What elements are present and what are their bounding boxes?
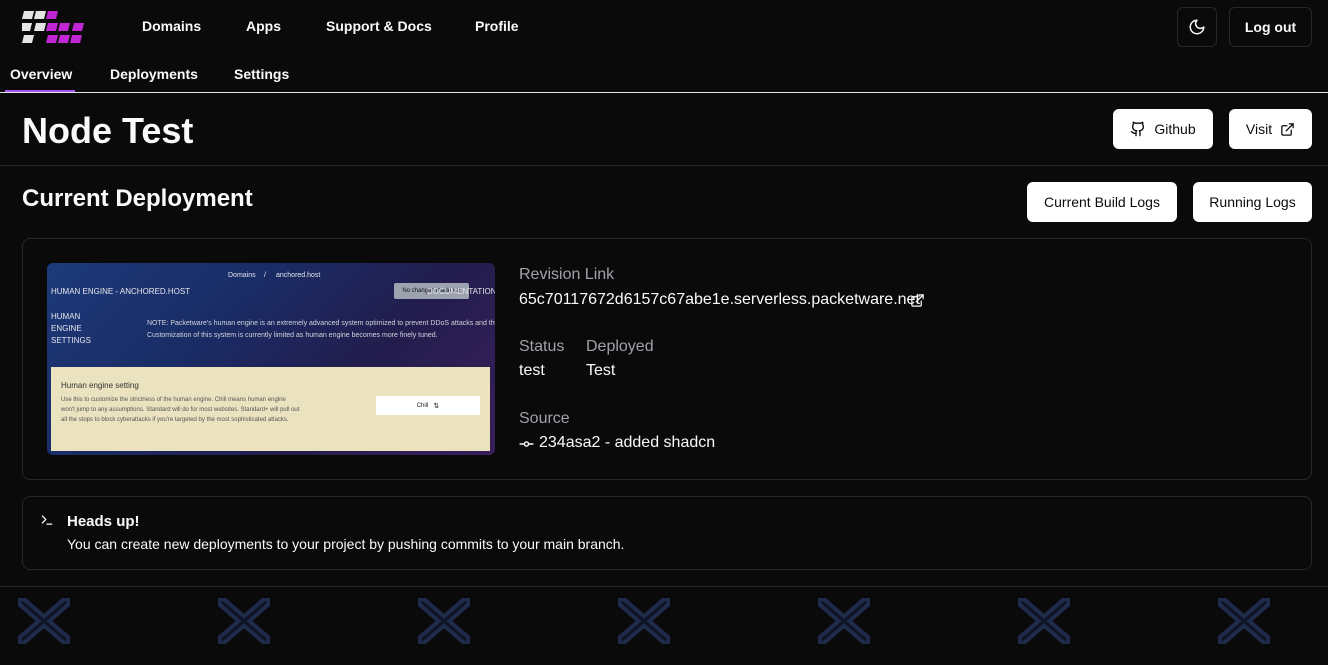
preview-panel-title: Human engine setting [61,381,139,390]
alert-title: Heads up! [67,513,140,530]
preview-header: HUMAN ENGINE - ANCHORED.HOST [51,287,191,296]
github-button[interactable]: Github [1113,109,1213,149]
heads-up-alert [22,496,1312,570]
footer-x-mark [418,598,470,644]
footer-divider [0,586,1328,587]
status-label: Status [519,338,565,355]
logout-button[interactable]: Log out [1229,7,1312,47]
nav-link-apps[interactable]: Apps [246,18,281,34]
external-link-icon [1281,122,1294,136]
preview-breadcrumb-separator: / [264,272,266,279]
footer-x-mark [618,598,670,644]
preview-panel-description: Use this to customize the strictness of … [61,397,300,423]
deployment-preview-image[interactable]: Domains / anchored.host HUMAN ENGINE - A… [47,263,495,455]
footer-x-mark [1218,598,1270,644]
preview-side-label-3: SETTINGS [51,336,92,345]
top-navigation: Domains Apps Support & Docs Profile Log … [0,0,1328,54]
github-icon [1131,121,1145,137]
tab-settings[interactable]: Settings [234,66,289,82]
terminal-icon [41,515,53,525]
packetware-logo[interactable] [22,11,86,43]
preview-select-value: Chill [416,402,429,409]
github-button-label: Github [1154,121,1196,137]
source-label: Source [519,410,570,427]
header-divider [0,165,1328,166]
theme-toggle-button[interactable] [1177,7,1217,47]
tab-overview[interactable]: Overview [10,66,72,82]
preview-setting-panel: Human engine setting Use this to customi… [51,367,490,451]
visit-button[interactable]: Visit [1229,109,1312,149]
preview-select: Chill ⇅ [376,396,480,415]
preview-docs-link: DOCUMENTATION [427,287,495,296]
source-commit[interactable]: 234asa2 - added shadcn [539,434,715,452]
git-commit-icon [519,441,534,447]
preview-breadcrumb-domains: Domains [228,272,256,279]
preview-breadcrumb-host: anchored.host [276,272,321,279]
nav-link-domains[interactable]: Domains [142,18,201,34]
tab-deployments[interactable]: Deployments [110,66,198,82]
visit-button-label: Visit [1245,121,1273,137]
footer-x-mark [1018,598,1070,644]
tabs-divider [0,92,1328,93]
deployed-value: Test [586,362,616,379]
page-title: Node Test [22,110,194,151]
footer-x-mark [818,598,870,644]
moon-icon [1189,19,1205,35]
running-logs-button[interactable]: Running Logs [1193,182,1312,222]
build-logs-button[interactable]: Current Build Logs [1027,182,1177,222]
status-value: test [519,362,545,379]
revision-link[interactable]: 65c70117672d6157c67abe1e.serverless.pack… [519,291,920,309]
revision-link-label: Revision Link [519,266,615,283]
external-link-icon[interactable] [910,293,925,308]
section-title: Current Deployment [22,185,253,212]
footer-x-mark [218,598,270,644]
alert-description: You can create new deployments to your p… [67,536,625,552]
nav-link-support-docs[interactable]: Support & Docs [326,18,432,34]
preview-note: NOTE: Packetware's human engine is an ex… [147,320,495,339]
preview-side-label-1: HUMAN [51,312,81,321]
preview-side-label-2: ENGINE [51,324,82,333]
footer-x-mark [18,598,70,644]
nav-link-profile[interactable]: Profile [475,18,519,34]
sort-icon: ⇅ [433,402,440,410]
deployed-label: Deployed [586,338,654,355]
